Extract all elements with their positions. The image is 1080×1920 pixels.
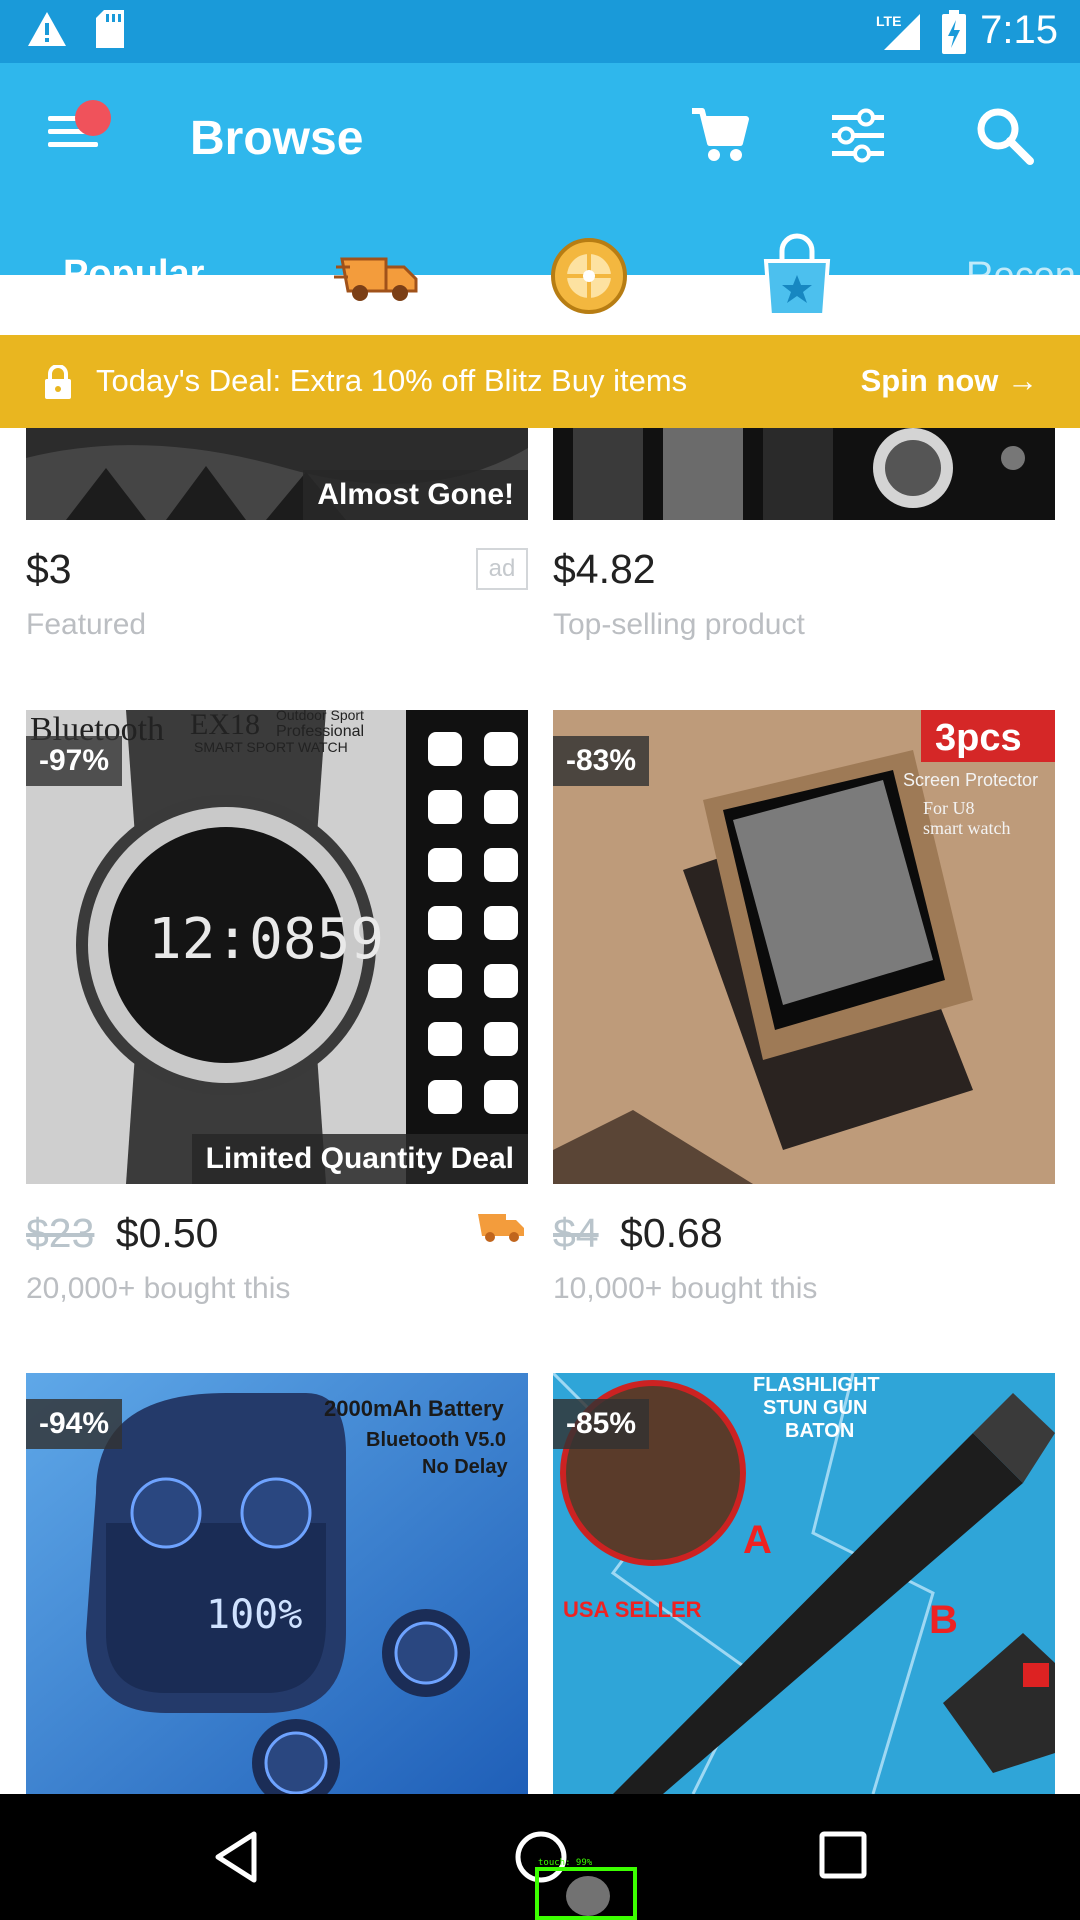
product-subtitle: 20,000+ bought this [26, 1272, 291, 1305]
wheel-icon [551, 238, 627, 314]
current-price: $4.82 [553, 546, 656, 592]
original-price: $23 [26, 1210, 95, 1256]
product-image: 3pcs Screen Protector For U8 smart watch… [553, 710, 1055, 1184]
svg-text:LTE: LTE [876, 13, 901, 29]
product-image: 100% 2000mAh Battery Bluetooth V5.0 No D… [26, 1373, 528, 1794]
product-price: $4 $0.68 [553, 1210, 723, 1257]
product-card[interactable]: 100% 2000mAh Battery Bluetooth V5.0 No D… [26, 1373, 528, 1794]
notification-dot [75, 100, 111, 136]
svg-text:B: B [929, 1598, 958, 1642]
cart-icon[interactable] [688, 103, 752, 167]
screen: LTE 7:15 Browse Popular Recen Today's De… [0, 0, 1080, 1920]
deal-banner[interactable]: Today's Deal: Extra 10% off Blitz Buy it… [0, 335, 1080, 428]
watch-band-image [553, 428, 1055, 520]
tab-wheel[interactable] [544, 233, 634, 319]
svg-text:Screen Protector: Screen Protector [903, 770, 1038, 790]
svg-text:EX18: EX18 [190, 710, 260, 741]
svg-text:For U8: For U8 [923, 798, 975, 818]
svg-text:SMART SPORT WATCH: SMART SPORT WATCH [194, 739, 348, 755]
svg-text:BATON: BATON [785, 1420, 854, 1442]
lock-icon [45, 365, 71, 399]
deal-badge: Limited Quantity Deal [191, 1134, 528, 1184]
svg-text:2000mAh Battery: 2000mAh Battery [324, 1396, 505, 1421]
filter-icon[interactable] [826, 103, 890, 167]
svg-text:A: A [743, 1518, 772, 1562]
spin-now-link[interactable]: Spin now → [861, 363, 1038, 399]
signal-icon: LTE [876, 13, 920, 50]
sd-card-icon [96, 10, 124, 48]
back-icon[interactable] [212, 1830, 260, 1884]
discount-badge: -97% [26, 736, 123, 786]
app-bar: Browse Popular Recen [0, 63, 1080, 338]
product-card[interactable]: 3pcs Screen Protector For U8 smart watch… [553, 710, 1055, 1310]
product-price: $23 $0.50 [26, 1210, 218, 1257]
original-price: $4 [553, 1210, 599, 1256]
svg-text:smart watch: smart watch [923, 818, 1010, 838]
truck-icon [334, 257, 418, 301]
product-image: Bluetooth EX18 Outdoor Sport Professiona… [26, 710, 528, 1184]
menu-icon-bar [48, 142, 98, 147]
tab-shipping[interactable] [334, 233, 424, 319]
product-card[interactable]: $4.82 Top-selling product [553, 428, 1055, 668]
category-tabs: Popular Recen [0, 211, 1080, 338]
product-subtitle: Featured [26, 608, 147, 641]
product-image [553, 428, 1055, 520]
product-card[interactable]: Bluetooth EX18 Outdoor Sport Professiona… [26, 710, 528, 1310]
tab-recent[interactable]: Recen [966, 255, 1076, 298]
ad-badge: ad [476, 548, 528, 590]
product-card[interactable]: Almost Gone! $3 ad Featured [26, 428, 528, 668]
status-time: 7:15 [980, 8, 1058, 52]
svg-text:Professional: Professional [276, 723, 364, 740]
tab-popular[interactable]: Popular [0, 211, 272, 338]
product-subtitle: 10,000+ bought this [553, 1272, 818, 1305]
stock-badge: Almost Gone! [303, 470, 528, 520]
svg-text:Outdoor Sport: Outdoor Sport [276, 710, 364, 723]
truck-icon [478, 1214, 524, 1242]
current-price: $0.50 [115, 1210, 219, 1256]
page-title: Browse [190, 112, 364, 165]
recents-icon[interactable] [818, 1830, 868, 1880]
product-image: FLASHLIGHT STUN GUN BATON USA SELLER A B… [553, 1373, 1055, 1794]
battery-charging-icon [942, 10, 966, 54]
svg-text:No Delay: No Delay [422, 1456, 508, 1478]
warning-icon [28, 12, 66, 46]
product-price: $3 [26, 546, 72, 593]
touch-overlay-box [535, 1867, 637, 1920]
deal-text: Today's Deal: Extra 10% off Blitz Buy it… [96, 363, 688, 398]
current-price: $3 [26, 546, 72, 592]
product-image: Almost Gone! [26, 428, 528, 520]
current-price: $0.68 [620, 1210, 723, 1256]
svg-text:3pcs: 3pcs [935, 717, 1022, 759]
tab-popular-label: Popular [63, 253, 205, 295]
product-subtitle: Top-selling product [553, 608, 805, 641]
touch-overlay-label: touch: 99% [538, 1858, 593, 1868]
product-card[interactable]: FLASHLIGHT STUN GUN BATON USA SELLER A B… [553, 1373, 1055, 1794]
status-bar: LTE 7:15 [0, 0, 1080, 63]
product-price: $4.82 [553, 546, 656, 593]
svg-text:12:0859: 12:0859 [148, 907, 384, 972]
tab-saved[interactable] [752, 233, 842, 319]
discount-badge: -85% [553, 1399, 650, 1449]
svg-text:100%: 100% [206, 1592, 302, 1638]
search-icon[interactable] [972, 103, 1036, 167]
svg-text:FLASHLIGHT: FLASHLIGHT [753, 1374, 880, 1396]
svg-text:STUN GUN: STUN GUN [763, 1397, 867, 1419]
svg-text:USA SELLER: USA SELLER [563, 1597, 702, 1622]
shopping-bag-icon [763, 233, 831, 317]
discount-badge: -83% [553, 736, 650, 786]
svg-text:Bluetooth V5.0: Bluetooth V5.0 [366, 1429, 506, 1451]
discount-badge: -94% [26, 1399, 123, 1449]
